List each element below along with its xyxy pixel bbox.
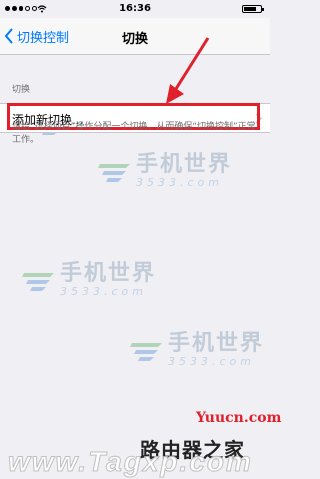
watermark-subtext: 3533.com <box>168 355 255 368</box>
watermark-logo-icon <box>98 164 130 182</box>
page-title: 切换 <box>121 32 148 47</box>
watermark-text: 手机世界 <box>168 331 265 356</box>
watermark-logo-icon <box>130 343 162 361</box>
watermark-text: 手机世界 <box>60 261 157 286</box>
section-footer-note: 请给“选择项目”操作分配一个切换，从而确保“切换控制”正常工作。 <box>12 122 256 145</box>
watermark-bottom-url: www.Tagxp.com <box>8 446 253 478</box>
watermark-logo: 手机世界 3533.com <box>20 262 156 298</box>
watermark-text: 手机世界 <box>136 152 233 177</box>
navigation-bar: 切换控制 切换 <box>0 18 270 55</box>
status-time: 16:36 <box>119 3 151 14</box>
watermark-subtext: 3533.com <box>60 285 147 298</box>
battery-icon <box>242 5 264 13</box>
section-header: 切换 <box>12 85 31 95</box>
watermark-site-text: Yuucn.com <box>196 410 282 426</box>
status-bar: 16:36 <box>0 0 270 18</box>
watermark-logo-icon <box>22 273 54 291</box>
watermark-subtext: 3533.com <box>136 176 223 189</box>
watermark-logo: 手机世界 3533.com <box>96 153 232 189</box>
annotation-arrow-icon <box>166 37 210 104</box>
watermark-logo: 手机世界 3533.com <box>128 332 264 368</box>
